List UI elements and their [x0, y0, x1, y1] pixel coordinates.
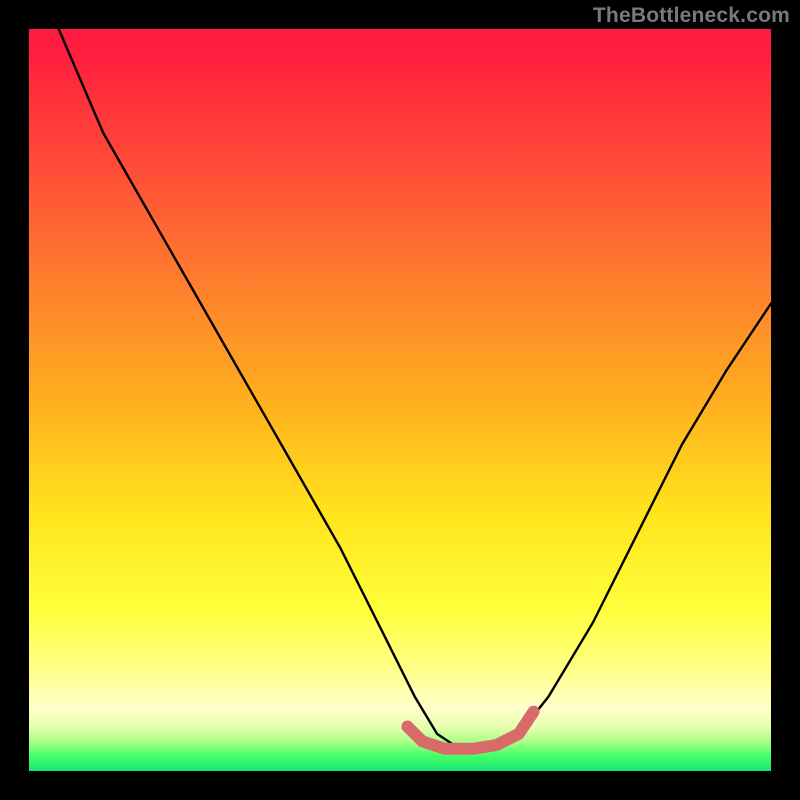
chart-svg [29, 29, 771, 771]
bottleneck-curve [59, 29, 771, 749]
watermark-label: TheBottleneck.com [593, 4, 790, 28]
chart-plot-area [29, 29, 771, 771]
chart-frame: TheBottleneck.com [0, 0, 800, 800]
